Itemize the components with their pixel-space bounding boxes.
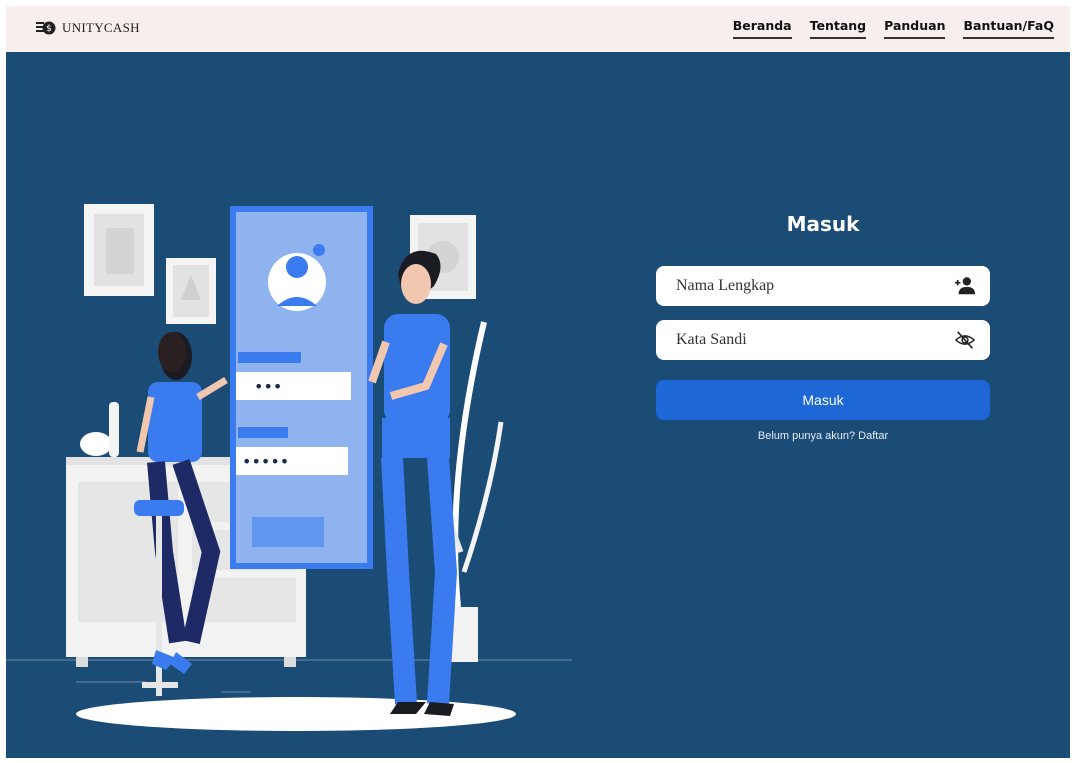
- login-button[interactable]: Masuk: [656, 380, 990, 420]
- login-form: Masuk Masuk Belum punya ak: [656, 212, 990, 442]
- page-frame: $ UNITYCASH Beranda Tentang Panduan Bant…: [6, 6, 1070, 758]
- password-field[interactable]: [656, 320, 990, 360]
- nav-menu: Beranda Tentang Panduan Bantuan/FaQ: [732, 18, 1054, 39]
- brand[interactable]: $ UNITYCASH: [36, 20, 140, 36]
- man-figure: [368, 250, 458, 716]
- nav-link-bantuan-faq[interactable]: Bantuan/FaQ: [963, 18, 1054, 39]
- login-illustration: ••• •••••: [6, 204, 572, 731]
- name-field[interactable]: [656, 266, 990, 306]
- nav-link-tentang[interactable]: Tentang: [809, 18, 867, 39]
- phone-screen: ••• •••••: [230, 206, 373, 569]
- nav-link-panduan[interactable]: Panduan: [884, 18, 946, 39]
- register-link[interactable]: Belum punya akun? Daftar: [656, 430, 990, 442]
- login-title: Masuk: [786, 212, 860, 236]
- nav-link-beranda[interactable]: Beranda: [732, 18, 792, 39]
- brand-name: UNITYCASH: [62, 20, 140, 35]
- svg-text:$: $: [46, 24, 52, 34]
- add-user-icon: [954, 277, 976, 295]
- main-section: ••• ••••• Masuk Nama Lengkap Masuk Belum…: [6, 52, 1070, 758]
- illustration-password-long: •••••: [242, 452, 289, 471]
- money-coin-icon: $: [36, 21, 56, 35]
- top-navbar: $ UNITYCASH Beranda Tentang Panduan Bant…: [6, 6, 1070, 52]
- illustration-password-short: •••: [254, 377, 282, 396]
- password-input[interactable]: [656, 320, 946, 360]
- wall-frame-left: [84, 204, 154, 296]
- eye-off-icon[interactable]: [954, 329, 976, 351]
- name-input[interactable]: [656, 266, 946, 306]
- wall-frame-middle: [166, 258, 216, 324]
